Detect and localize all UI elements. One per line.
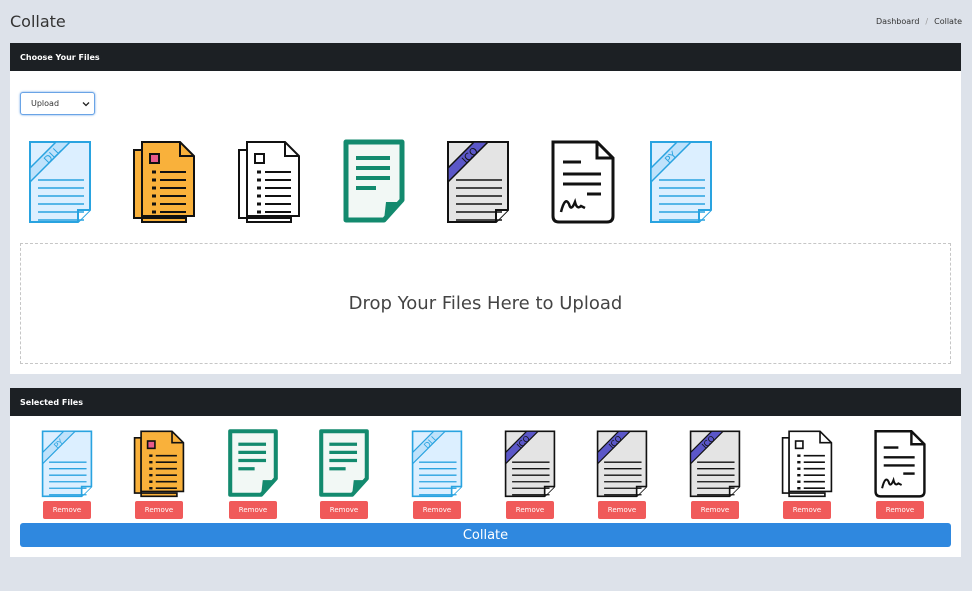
ico-file-icon: ICO bbox=[500, 428, 560, 498]
doc-green-icon[interactable] bbox=[338, 138, 410, 224]
collate-button-label: Collate bbox=[462, 527, 509, 543]
docs-outline-icon[interactable] bbox=[233, 138, 305, 224]
choose-files-card: Choose Your Files Upload DLL ICO PY Drop… bbox=[10, 43, 961, 374]
docs-yellow-icon bbox=[129, 428, 189, 498]
doc-green-icon bbox=[314, 428, 374, 498]
page-title: Collate bbox=[10, 12, 66, 31]
remove-button[interactable]: Remove bbox=[876, 501, 924, 519]
remove-button[interactable]: Remove bbox=[43, 501, 91, 519]
breadcrumb-current: Collate bbox=[934, 17, 962, 26]
source-select[interactable]: Upload bbox=[20, 92, 95, 115]
docs-yellow-icon[interactable] bbox=[128, 138, 200, 224]
py-file-icon: PY bbox=[37, 428, 97, 498]
dll-file-icon[interactable]: DLL bbox=[24, 138, 96, 224]
signed-doc-icon[interactable] bbox=[547, 138, 619, 224]
collate-button[interactable]: Collate bbox=[20, 523, 951, 547]
choose-files-header: Choose Your Files bbox=[10, 43, 961, 71]
remove-button[interactable]: Remove bbox=[691, 501, 739, 519]
py-file-icon[interactable]: PY bbox=[645, 138, 717, 224]
remove-button[interactable]: Remove bbox=[506, 501, 554, 519]
docs-outline-icon bbox=[777, 428, 837, 498]
remove-button[interactable]: Remove bbox=[320, 501, 368, 519]
dll-file-icon: DLL bbox=[407, 428, 467, 498]
ico-file-icon[interactable]: ICO bbox=[442, 138, 514, 224]
remove-button[interactable]: Remove bbox=[598, 501, 646, 519]
ico-file-icon: ICO bbox=[685, 428, 745, 498]
doc-green-icon bbox=[223, 428, 283, 498]
source-select-value: Upload bbox=[31, 99, 60, 108]
breadcrumb-separator: / bbox=[925, 17, 929, 26]
breadcrumb-dashboard-link[interactable]: Dashboard bbox=[876, 17, 919, 26]
remove-button[interactable]: Remove bbox=[229, 501, 277, 519]
ico-file-icon: ICO bbox=[592, 428, 652, 498]
breadcrumb: Dashboard / Collate bbox=[876, 17, 962, 26]
dropzone[interactable]: Drop Your Files Here to Upload bbox=[20, 243, 951, 364]
dropzone-text: Drop Your Files Here to Upload bbox=[348, 293, 623, 314]
chevron-down-icon bbox=[82, 102, 90, 107]
selected-files-card: Selected Files PY Remove Remove Remove R… bbox=[10, 388, 961, 557]
signed-doc-icon bbox=[870, 428, 930, 498]
remove-button[interactable]: Remove bbox=[135, 501, 183, 519]
selected-files-header: Selected Files bbox=[10, 388, 961, 416]
remove-button[interactable]: Remove bbox=[413, 501, 461, 519]
remove-button[interactable]: Remove bbox=[783, 501, 831, 519]
